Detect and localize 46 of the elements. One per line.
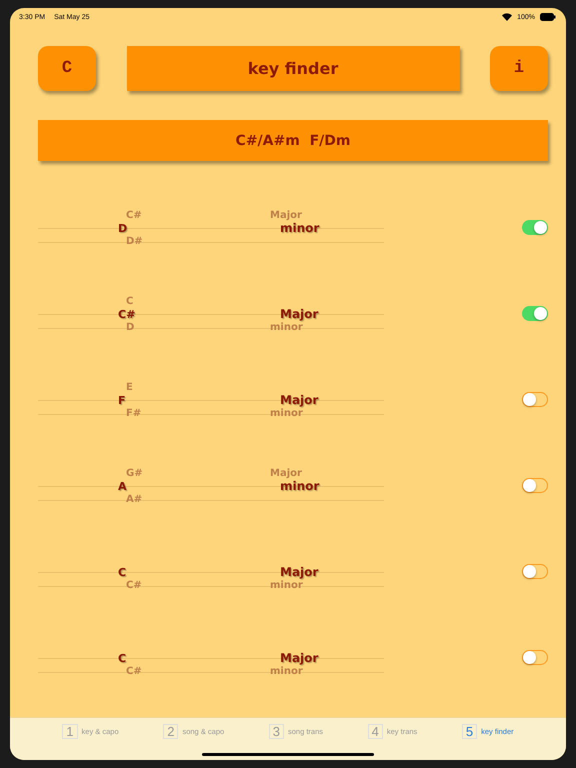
mode-option[interactable]: minor <box>270 579 330 592</box>
note-option[interactable]: C# <box>126 209 158 222</box>
key-picker[interactable]: C C# Major minor <box>38 639 384 690</box>
mode-option[interactable]: minor <box>280 222 330 235</box>
note-option[interactable]: C <box>118 566 158 579</box>
key-picker[interactable]: E F F# Major minor <box>38 381 384 432</box>
note-option[interactable]: D# <box>126 235 158 248</box>
note-option[interactable]: F <box>118 394 158 407</box>
toggle-switch[interactable] <box>522 650 548 665</box>
key-picker[interactable]: C C# D Major minor <box>38 295 384 346</box>
title-banner: key finder <box>126 46 460 91</box>
mode-option[interactable]: minor <box>270 665 330 678</box>
mode-option[interactable]: minor <box>270 407 330 420</box>
note-option[interactable]: A <box>118 480 158 493</box>
mode-option[interactable]: Major <box>280 566 330 579</box>
toggle-switch[interactable] <box>522 306 548 321</box>
note-option[interactable]: E <box>126 381 158 394</box>
key-picker[interactable]: C# D D# Major minor <box>38 209 384 260</box>
mode-option[interactable]: Major <box>280 394 330 407</box>
note-option[interactable]: C <box>126 295 158 308</box>
note-option[interactable]: C# <box>126 579 158 592</box>
toggle-switch[interactable] <box>522 220 548 235</box>
key-button[interactable]: C <box>38 46 96 91</box>
note-option[interactable]: C <box>118 652 158 665</box>
mode-option[interactable]: Major <box>280 652 330 665</box>
toggle-switch[interactable] <box>522 392 548 407</box>
info-button[interactable]: i <box>490 46 548 91</box>
key-picker[interactable]: G# A A# Major minor <box>38 467 384 518</box>
note-option[interactable]: A# <box>126 493 158 506</box>
toggle-switch[interactable] <box>522 564 548 579</box>
mode-option[interactable]: Major <box>280 308 330 321</box>
key-picker[interactable]: C C# Major minor <box>38 553 384 604</box>
result-banner: C#/A#m F/Dm <box>38 120 548 161</box>
note-option[interactable]: G# <box>126 467 158 480</box>
note-option[interactable]: D <box>118 222 158 235</box>
note-option[interactable]: F# <box>126 407 158 420</box>
mode-option[interactable]: minor <box>270 321 330 334</box>
mode-option[interactable]: minor <box>280 480 330 493</box>
mode-option[interactable]: Major <box>270 209 330 222</box>
note-option[interactable]: C# <box>118 308 158 321</box>
note-option[interactable]: C# <box>126 665 158 678</box>
battery-icon <box>540 13 556 21</box>
toggle-switch[interactable] <box>522 478 548 493</box>
mode-option[interactable]: Major <box>270 467 330 480</box>
wifi-icon <box>502 13 512 21</box>
note-option[interactable]: D <box>126 321 158 334</box>
